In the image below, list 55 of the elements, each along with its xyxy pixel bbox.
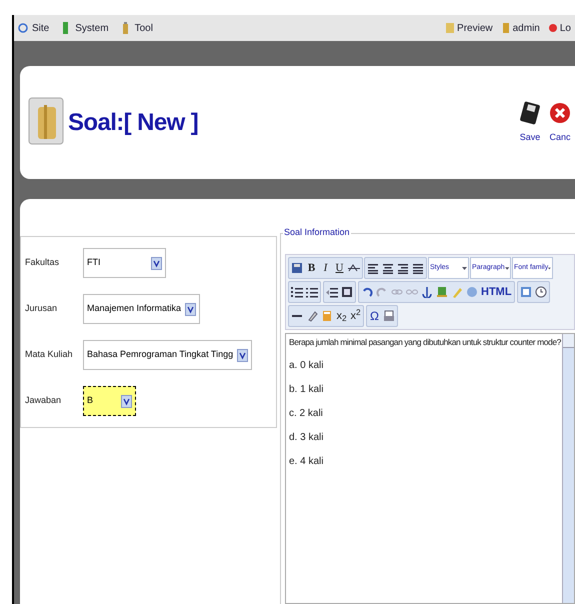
field-label: Fakultas — [25, 256, 60, 270]
html-button[interactable]: HTML — [480, 283, 513, 301]
subscript-button[interactable]: x$_{2}$ — [335, 307, 348, 325]
menu-item[interactable]: Site — [18, 20, 50, 36]
redo-icon — [376, 286, 388, 298]
scrollbar[interactable] — [562, 334, 574, 603]
bottle-icon — [120, 21, 131, 35]
save-icon — [291, 262, 303, 274]
caret-icon — [504, 266, 509, 270]
align-icon — [367, 262, 379, 274]
field-label: Jurusan — [25, 302, 58, 316]
bullet-list-icon — [291, 286, 303, 298]
menu-link[interactable]: Preview — [445, 20, 493, 36]
menu-item[interactable]: System — [61, 20, 109, 36]
editor-text: b. 1 kali — [289, 382, 324, 397]
editor-text: c. 2 kali — [289, 406, 324, 421]
italic-button[interactable]: I — [319, 259, 332, 277]
editor-text: d. 3 kali — [289, 430, 324, 445]
superscript-button[interactable]: x$^{2}$ — [349, 307, 362, 325]
image-icon — [436, 286, 448, 298]
outdent-icon — [326, 286, 338, 298]
align-icon — [382, 262, 394, 274]
anchor-icon — [421, 286, 433, 298]
page-title: Soal:[ New ] — [68, 108, 198, 138]
globe-icon — [18, 21, 28, 35]
menu-link[interactable]: Lo — [548, 20, 571, 36]
document-icon — [445, 21, 456, 35]
editor-text: a. 0 kali — [289, 358, 324, 373]
editor-area[interactable]: Berapa jumlah minimal pasangan yang dibutuhkan untuk struktur counter mode? a. 0 kali b. 1 kali c. 2 kali d. 3 kali e. 4 kali — [285, 333, 575, 604]
editor-text: Berapa jumlah minimal pasangan yang dibutuhkan untuk struktur counter mode? — [289, 336, 562, 349]
align-icon — [397, 262, 409, 274]
caret-icon — [548, 266, 551, 270]
field-label: Jawaban — [25, 394, 62, 408]
numbered-list-icon — [306, 286, 318, 298]
select-field[interactable]: Manajemen Informatika — [83, 294, 200, 324]
toolbar-button[interactable]: Save — [519, 100, 541, 144]
toolbar-button[interactable]: Canc — [549, 100, 571, 144]
menu-item[interactable]: Tool — [120, 20, 153, 36]
align-icon — [412, 262, 424, 274]
editor-text: e. 4 kali — [289, 454, 324, 469]
caret-icon — [462, 266, 467, 270]
select-field[interactable]: B — [83, 386, 136, 416]
cancel-icon — [549, 100, 571, 125]
special-character-button[interactable]: Ω — [368, 307, 381, 325]
print-icon — [383, 310, 395, 322]
select-field[interactable]: Bahasa Pemrograman Tingkat Tingg — [83, 340, 252, 370]
eraser-icon — [306, 310, 318, 322]
underline-button[interactable]: U — [333, 259, 346, 277]
bold-button[interactable]: B — [305, 259, 318, 277]
strikethrough-icon — [348, 262, 360, 274]
field-label: Mata Kuliah — [25, 348, 74, 362]
menu-link[interactable]: admin — [500, 20, 540, 36]
undo-icon — [361, 286, 373, 298]
clock-icon-icon — [534, 286, 547, 298]
select-field[interactable]: FTI — [83, 248, 166, 278]
